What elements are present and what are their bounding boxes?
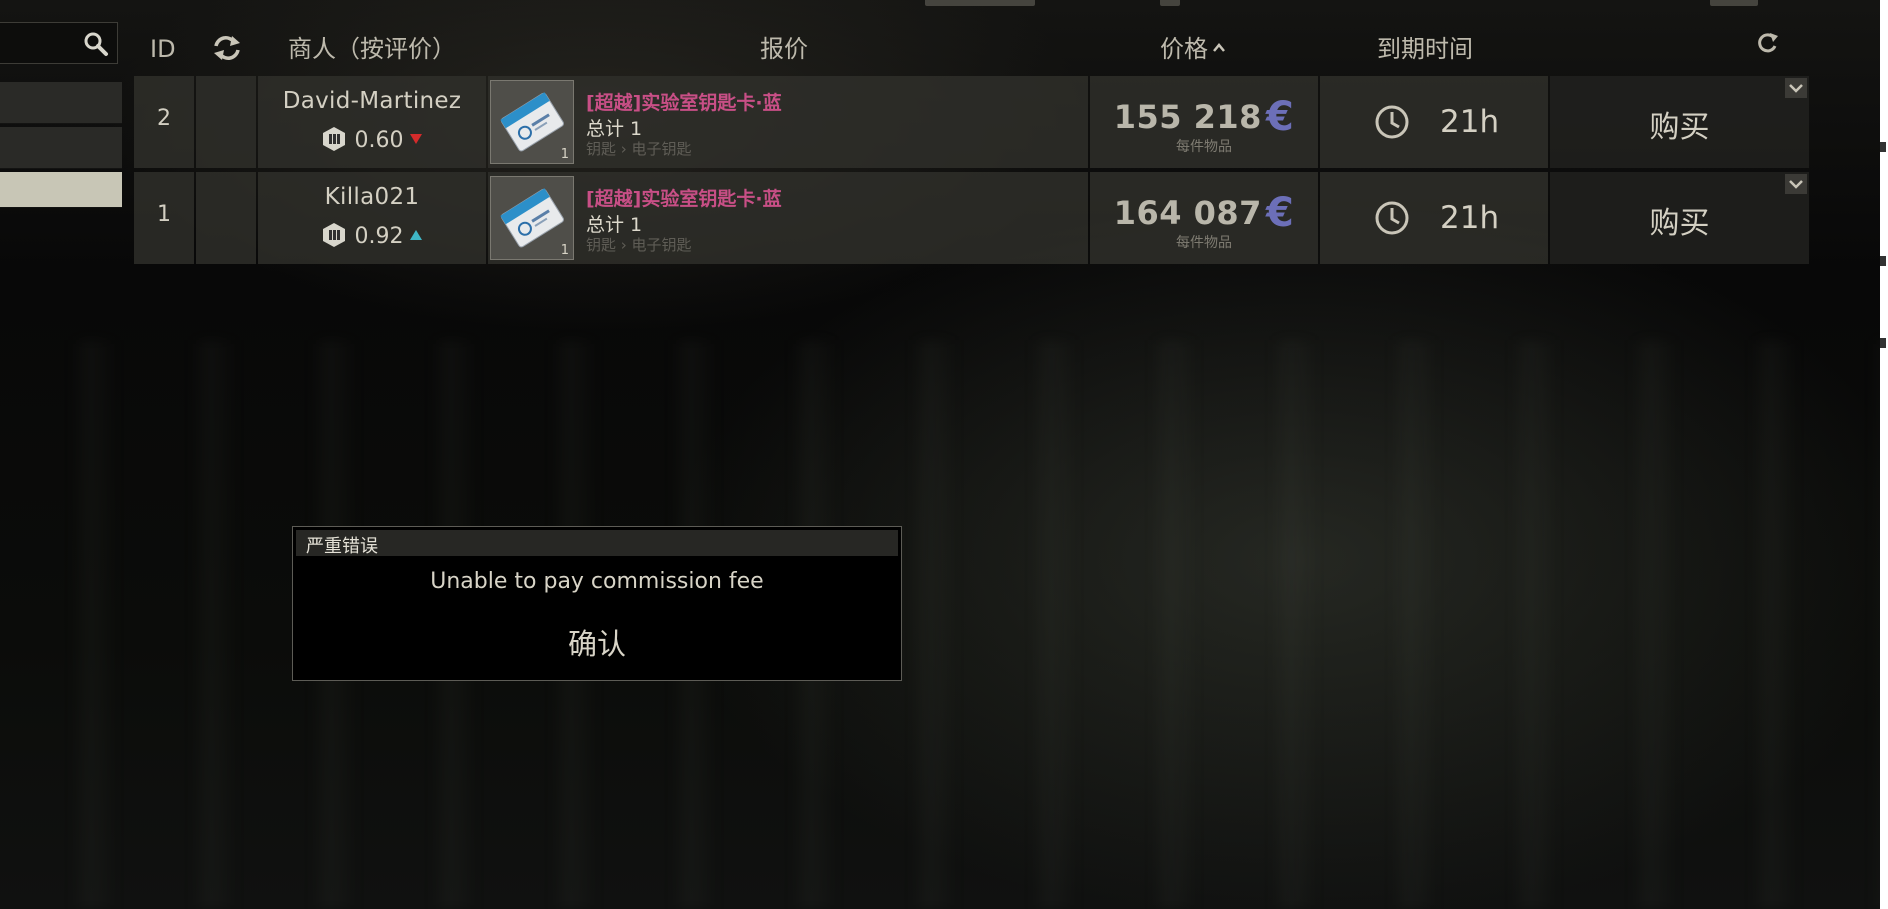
euro-icon: € [1265, 190, 1295, 236]
row-id: 2 [157, 106, 171, 131]
rating-value: 0.92 [354, 224, 404, 249]
price-per-item-label: 每件物品 [1176, 235, 1232, 251]
expiry-cell: 21h [1320, 76, 1548, 168]
id-cell: 1 [134, 172, 194, 264]
price-per-item-label: 每件物品 [1176, 139, 1232, 155]
background-blur [0, 340, 1888, 909]
clock-icon [1375, 105, 1409, 139]
rating-badge-icon [322, 223, 345, 247]
flea-market-screen: ID 商人（按评价） 报价 价格 到期时间 2 David-Martinez 0… [0, 0, 1888, 909]
sidebar-item-selected[interactable] [0, 172, 122, 208]
merchant-rating: 0.92 [258, 222, 486, 250]
top-clipped-button[interactable] [1710, 0, 1758, 6]
buy-button[interactable]: 购买 [1550, 198, 1809, 242]
rating-up-icon [410, 230, 423, 240]
item-total: 总计 1 [586, 214, 643, 236]
offer-cell[interactable]: 1 [超越]实验室钥匙卡·蓝 总计 1 钥匙 › 电子钥匙 [488, 76, 1088, 168]
column-header-merchant[interactable]: 商人（按评价） [288, 32, 456, 66]
merchant-cell[interactable]: Killa021 0.92 [258, 172, 486, 264]
dialog-title: 严重错误 [306, 536, 378, 557]
item-name[interactable]: [超越]实验室钥匙卡·蓝 [586, 184, 782, 211]
item-total: 总计 1 [586, 118, 643, 140]
swap-cell [196, 76, 256, 168]
dialog-title-bar: 严重错误 [296, 530, 898, 557]
sidebar-item[interactable] [0, 82, 122, 124]
item-thumbnail[interactable]: 1 [490, 176, 574, 260]
edge-marker [1880, 256, 1886, 266]
merchant-name[interactable]: Killa021 [258, 184, 486, 210]
price-amount: 155 218 [1113, 98, 1262, 136]
buy-cell[interactable]: 购买 [1550, 76, 1809, 168]
table-row[interactable]: 1 Killa021 0.92 1 [超越]实验室钥匙卡·蓝 总计 1 钥匙 ›… [134, 172, 1809, 264]
price-amount: 164 087 [1113, 194, 1262, 232]
chevron-down-icon[interactable] [1785, 78, 1807, 98]
euro-icon: € [1265, 94, 1295, 140]
expiry-value: 21h [1440, 200, 1500, 236]
price-cell: 164 087 € 每件物品 [1090, 172, 1318, 264]
edge-marker [1880, 142, 1886, 152]
column-header-id[interactable]: ID [150, 32, 176, 66]
sidebar-item[interactable] [0, 127, 122, 169]
search-input[interactable] [0, 22, 118, 64]
offer-cell[interactable]: 1 [超越]实验室钥匙卡·蓝 总计 1 钥匙 › 电子钥匙 [488, 172, 1088, 264]
column-header-price[interactable]: 价格 [1160, 32, 1226, 66]
item-name[interactable]: [超越]实验室钥匙卡·蓝 [586, 88, 782, 115]
window-edge [1880, 0, 1888, 909]
item-thumbnail[interactable]: 1 [490, 80, 574, 164]
top-clipped-marker [1160, 0, 1180, 6]
error-dialog: 严重错误 Unable to pay commission fee 确认 [292, 526, 902, 681]
buy-button[interactable]: 购买 [1550, 102, 1809, 146]
swap-cell [196, 172, 256, 264]
column-header-offer[interactable]: 报价 [760, 32, 808, 66]
chevron-up-icon [1213, 43, 1225, 52]
expiry-cell: 21h [1320, 172, 1548, 264]
expiry-value: 21h [1440, 104, 1500, 140]
merchant-name[interactable]: David-Martinez [258, 88, 486, 114]
rating-value: 0.60 [354, 128, 404, 153]
row-id: 1 [157, 202, 171, 227]
item-category: 钥匙 › 电子钥匙 [586, 236, 692, 254]
edge-marker [1880, 338, 1886, 348]
price-value: 155 218 € [1090, 94, 1318, 140]
buy-cell[interactable]: 购买 [1550, 172, 1809, 264]
merchant-cell[interactable]: David-Martinez 0.60 [258, 76, 486, 168]
column-header-price-label: 价格 [1160, 35, 1208, 63]
rating-down-icon [410, 134, 423, 144]
item-quantity: 1 [560, 243, 569, 258]
dialog-message: Unable to pay commission fee [430, 569, 764, 594]
item-category: 钥匙 › 电子钥匙 [586, 140, 692, 158]
confirm-button[interactable]: 确认 [558, 621, 636, 663]
search-icon[interactable] [83, 31, 109, 57]
merchant-rating: 0.60 [258, 126, 486, 154]
swap-icon[interactable] [212, 34, 242, 62]
table-row[interactable]: 2 David-Martinez 0.60 1 [超越]实验室钥匙卡·蓝 总计 … [134, 76, 1809, 168]
refresh-icon[interactable] [1754, 30, 1780, 56]
price-cell: 155 218 € 每件物品 [1090, 76, 1318, 168]
clock-icon [1375, 201, 1409, 235]
top-clipped-tab [925, 0, 1035, 6]
item-quantity: 1 [560, 147, 569, 162]
id-cell: 2 [134, 76, 194, 168]
chevron-down-icon[interactable] [1785, 174, 1807, 194]
rating-badge-icon [322, 127, 345, 151]
column-header-expiry[interactable]: 到期时间 [1377, 32, 1473, 66]
price-value: 164 087 € [1090, 190, 1318, 236]
